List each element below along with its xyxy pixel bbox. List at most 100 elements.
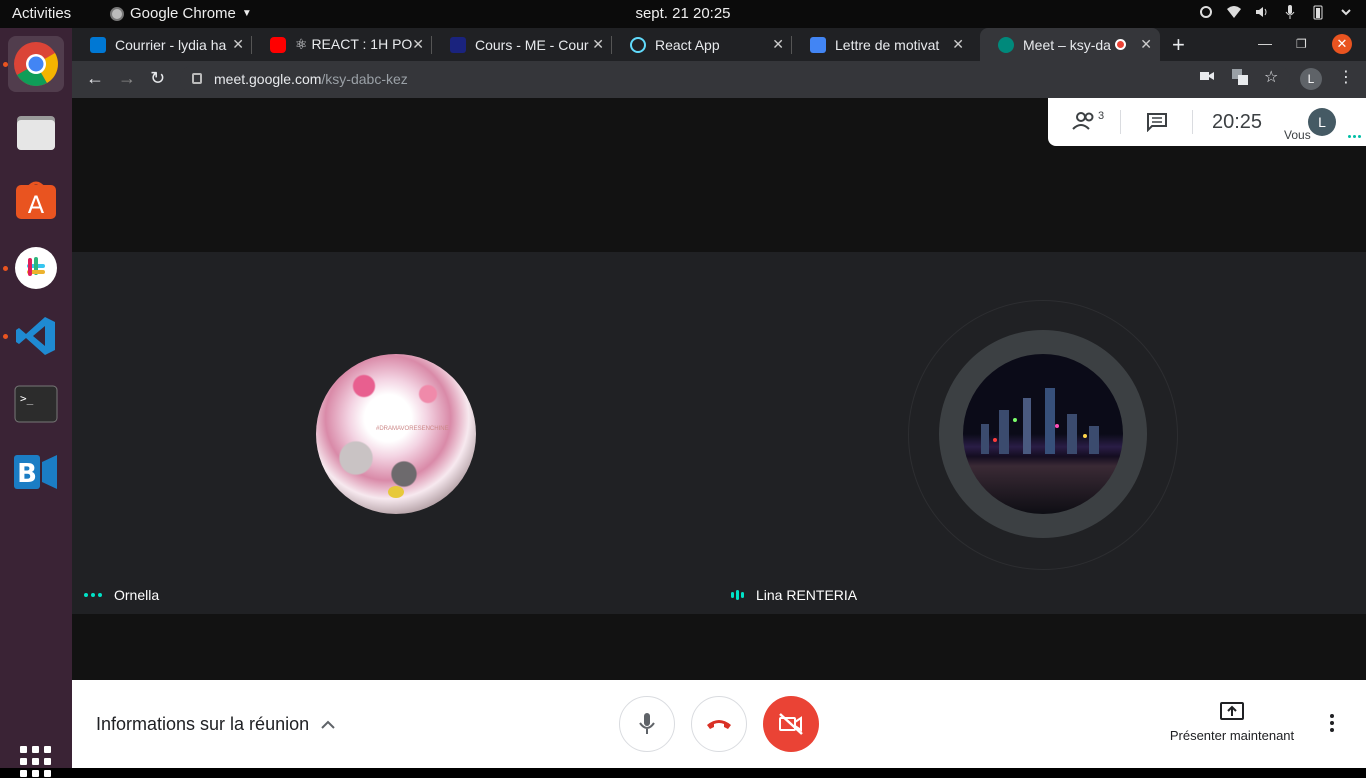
meet-top-panel: 3 20:25 Vous L <box>1048 98 1366 146</box>
react-icon <box>630 36 646 53</box>
address-bar[interactable]: meet.google.com/ksy-dabc-kez <box>180 65 1290 93</box>
terminal-icon: >_ <box>14 385 58 423</box>
present-now-button[interactable]: Présenter maintenant <box>1166 702 1298 743</box>
tab-docs[interactable]: Lettre de motivat ✕ <box>792 28 972 61</box>
chrome-app-icon <box>110 6 124 21</box>
meeting-info-toggle[interactable]: Informations sur la réunion <box>96 714 335 735</box>
power-menu-icon <box>1341 9 1351 16</box>
files-icon <box>17 116 55 150</box>
chat-icon[interactable] <box>1146 112 1168 132</box>
tab-meet[interactable]: Meet – ksy-da ✕ <box>980 28 1160 61</box>
participant-name-tag: Lina RENTERIA <box>731 587 857 603</box>
bird-image <box>388 486 404 498</box>
tab-strip: Courrier - lydia ha ✕ ⚛ REACT : 1H PO ✕ … <box>72 28 1366 61</box>
activities-button[interactable]: Activities <box>12 5 71 22</box>
dock-bluejeans[interactable]: B <box>8 444 64 500</box>
svg-text:A: A <box>28 191 45 219</box>
app-menu[interactable]: Google Chrome ▼ <box>110 5 252 22</box>
meet-control-bar: Informations sur la réunion Présenter ma… <box>72 680 1366 768</box>
camera-toggle-button[interactable] <box>763 696 819 752</box>
back-button[interactable]: ← <box>86 68 104 89</box>
close-tab-icon[interactable]: ✕ <box>952 36 964 53</box>
dock-slack[interactable] <box>8 240 64 296</box>
speaking-ring-outer <box>908 300 1178 570</box>
meet-stage: #DRAMAVORESENCHINE Ornella Lina RENTERIA… <box>72 98 1366 680</box>
svg-text:>_: >_ <box>20 392 34 405</box>
participant-name: Lina RENTERIA <box>756 587 858 603</box>
dock-files[interactable] <box>8 104 64 160</box>
meeting-clock: 20:25 <box>1212 111 1263 133</box>
close-tab-icon[interactable]: ✕ <box>232 36 244 53</box>
camera-off-icon <box>779 713 803 735</box>
close-tab-icon[interactable]: ✕ <box>592 36 604 53</box>
speaking-ring <box>939 330 1147 538</box>
battery-icon <box>1313 5 1323 20</box>
participants-icon[interactable] <box>1072 109 1100 133</box>
avatar-watermark: #DRAMAVORESENCHINE <box>376 426 449 432</box>
forward-button[interactable]: → <box>118 68 136 89</box>
dock-terminal[interactable]: >_ <box>8 376 64 432</box>
participant-avatar: #DRAMAVORESENCHINE <box>316 354 476 514</box>
minimize-button[interactable]: — <box>1258 35 1272 51</box>
audio-level-icon <box>731 590 744 600</box>
tab-title: Cours - ME - Cour <box>475 36 589 53</box>
tab-outlook[interactable]: Courrier - lydia ha ✕ <box>72 28 252 61</box>
more-options-dots-icon[interactable] <box>84 593 102 597</box>
tab-cours[interactable]: Cours - ME - Cour ✕ <box>432 28 612 61</box>
meet-icon <box>998 36 1014 53</box>
app-name: Google Chrome <box>130 5 236 22</box>
browser-window: Courrier - lydia ha ✕ ⚛ REACT : 1H PO ✕ … <box>72 28 1366 98</box>
url-path: /ksy-dabc-kez <box>321 71 408 87</box>
system-topbar: Activities Google Chrome ▼ sept. 21 20:2… <box>0 0 1366 28</box>
self-options-dots-icon[interactable] <box>1348 135 1361 138</box>
url-host: meet.google.com <box>214 71 322 87</box>
software-store-icon: A <box>16 181 56 219</box>
youtube-icon <box>270 36 286 53</box>
tab-react-app[interactable]: React App ✕ <box>612 28 792 61</box>
participant-tile[interactable]: #DRAMAVORESENCHINE Ornella <box>72 252 719 614</box>
close-tab-icon[interactable]: ✕ <box>1140 36 1152 53</box>
slack-tray-icon <box>1200 6 1212 18</box>
wifi-icon <box>1227 6 1241 18</box>
self-avatar[interactable]: L <box>1308 108 1336 136</box>
leave-call-button[interactable] <box>691 696 747 752</box>
tab-title: Meet – ksy-da <box>1023 36 1111 53</box>
close-tab-icon[interactable]: ✕ <box>772 36 784 53</box>
bookmark-star-icon[interactable]: ☆ <box>1264 67 1278 87</box>
tab-youtube[interactable]: ⚛ REACT : 1H PO ✕ <box>252 28 432 61</box>
chrome-menu-icon[interactable]: ⋮ <box>1338 67 1354 87</box>
more-options-icon[interactable] <box>1330 714 1334 732</box>
show-applications-button[interactable] <box>20 746 52 778</box>
participant-name-tag: Ornella <box>84 587 159 603</box>
translate-icon[interactable] <box>1232 69 1248 85</box>
participant-avatar <box>963 354 1123 514</box>
recording-indicator-icon <box>1115 39 1126 50</box>
restore-button[interactable]: ❐ <box>1296 37 1307 51</box>
dock-chrome[interactable] <box>8 36 64 92</box>
reload-button[interactable]: ↻ <box>150 68 165 89</box>
dock-vscode[interactable] <box>8 308 64 364</box>
tab-title: ⚛ REACT : 1H PO <box>295 36 413 52</box>
browser-toolbar: ← → ↻ meet.google.com/ksy-dabc-kez ☆ L ⋮ <box>72 61 1366 98</box>
chevron-up-icon <box>321 720 335 729</box>
present-screen-icon <box>1220 702 1244 720</box>
meeting-info-label: Informations sur la réunion <box>96 714 310 734</box>
participant-name: Ornella <box>114 587 160 603</box>
camera-in-use-icon[interactable] <box>1200 69 1214 83</box>
participant-grid: #DRAMAVORESENCHINE Ornella Lina RENTERIA <box>72 252 1366 614</box>
dock-software[interactable]: A <box>8 172 64 228</box>
new-tab-button[interactable]: + <box>1172 32 1185 58</box>
profile-avatar[interactable]: L <box>1300 68 1322 90</box>
system-tray[interactable] <box>1198 4 1354 20</box>
chrome-icon <box>14 42 58 86</box>
close-tab-icon[interactable]: ✕ <box>412 36 424 53</box>
docs-icon <box>810 36 826 53</box>
tab-title: Courrier - lydia ha <box>115 36 227 53</box>
svg-text:B: B <box>17 459 37 489</box>
close-window-button[interactable]: ✕ <box>1332 34 1352 54</box>
tab-title: React App <box>655 36 720 53</box>
microphone-icon <box>1285 5 1295 19</box>
microphone-button[interactable] <box>619 696 675 752</box>
participant-count: 3 <box>1098 110 1105 122</box>
video-app-icon: B <box>14 455 57 489</box>
